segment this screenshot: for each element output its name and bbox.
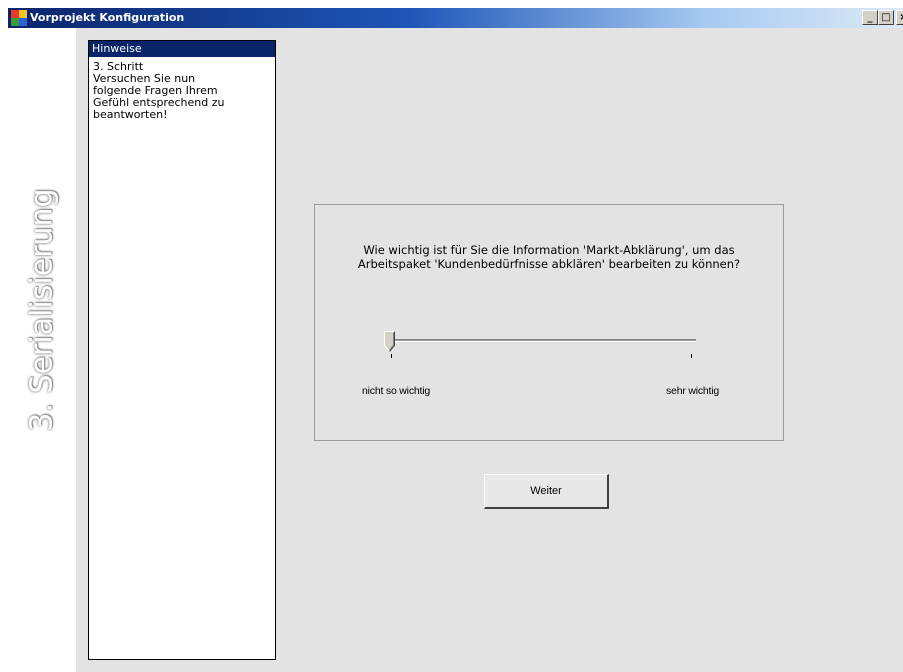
hints-body: 3. Schritt Versuchen Sie nun folgende Fr… [89, 57, 275, 121]
slider-tick-max [691, 354, 692, 358]
importance-slider-thumb[interactable] [384, 331, 395, 353]
question-text: Wie wichtig ist für Sie die Information … [315, 243, 783, 271]
importance-slider-track[interactable] [388, 339, 696, 342]
hints-panel: Hinweise 3. Schritt Versuchen Sie nun fo… [88, 40, 276, 660]
hint-line: beantworten! [93, 108, 168, 121]
window-client-area: 3. Serialisierung Hinweise 3. Schritt Ve… [8, 28, 903, 672]
app-icon [11, 10, 27, 26]
next-button[interactable]: Weiter [484, 474, 609, 509]
title-bar[interactable]: Vorprojekt Konfiguration _ □ × [8, 8, 903, 28]
window-title: Vorprojekt Konfiguration [30, 11, 185, 24]
step-side-label-text: 3. Serialisierung [24, 188, 60, 432]
minimize-button[interactable]: _ [862, 10, 878, 25]
question-line-2: Arbeitspaket 'Kundenbedürfnisse abklären… [357, 257, 741, 271]
close-button[interactable]: × [896, 10, 903, 25]
main-area: Hinweise 3. Schritt Versuchen Sie nun fo… [76, 28, 903, 672]
step-side-label: 3. Serialisierung [8, 28, 76, 672]
slider-max-label: sehr wichtig [666, 385, 720, 397]
maximize-button[interactable]: □ [878, 10, 894, 25]
question-box: Wie wichtig ist für Sie die Information … [314, 204, 784, 441]
question-line-1: Wie wichtig ist für Sie die Information … [363, 243, 735, 257]
hints-header: Hinweise [89, 41, 275, 57]
slider-tick-min [391, 354, 392, 358]
slider-min-label: nicht so wichtig [362, 385, 430, 397]
